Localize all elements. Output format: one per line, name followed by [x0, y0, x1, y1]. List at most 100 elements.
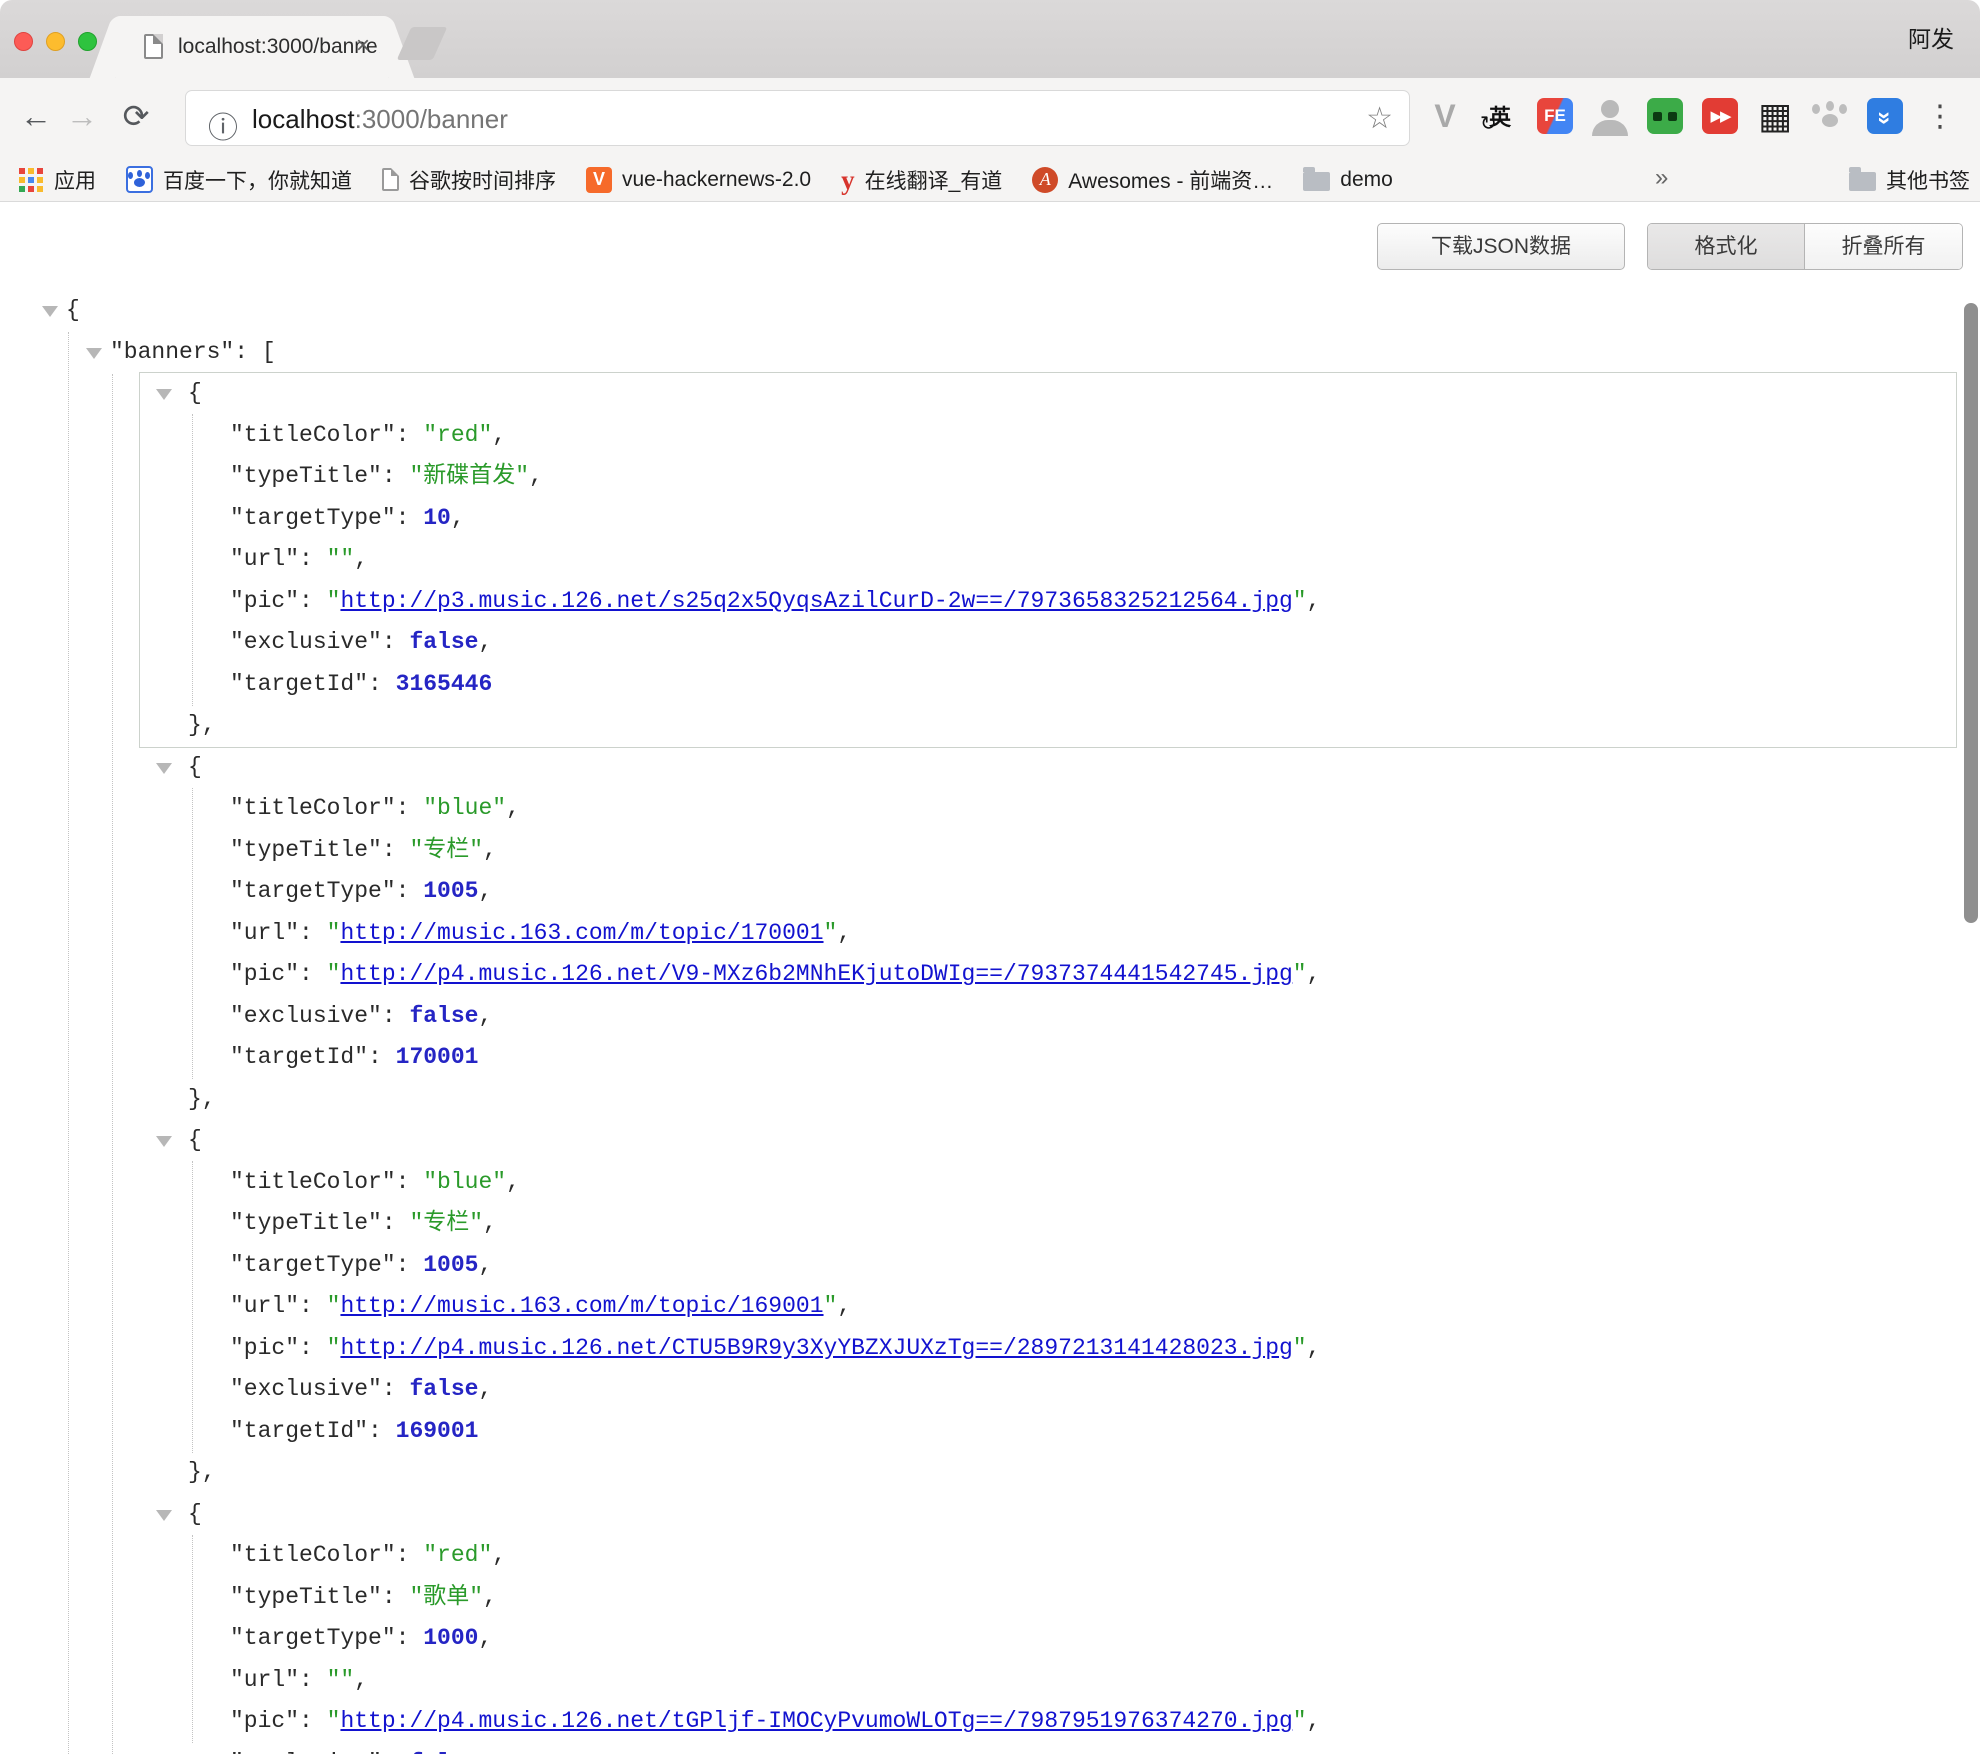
profile-name[interactable]: 阿发 — [1908, 20, 1954, 54]
baidu-paw-icon — [126, 166, 153, 193]
apps-label: 应用 — [54, 165, 96, 195]
collapse-triangle-icon[interactable] — [156, 763, 172, 774]
json-row: "exclusive": false, — [140, 1369, 1956, 1411]
url-text: localhost:3000/banner — [252, 104, 508, 135]
banner-item: {"titleColor": "blue","typeTitle": "专栏",… — [140, 747, 1956, 1121]
json-row: "exclusive": false, — [140, 1743, 1956, 1754]
browser-tab[interactable]: localhost:3000/banner × — [116, 16, 388, 78]
json-row: "pic": "http://p4.music.126.net/CTU5B9R9… — [140, 1328, 1956, 1370]
json-row: "titleColor": "blue", — [140, 1162, 1956, 1204]
json-link[interactable]: http://p3.music.126.net/s25q2x5QyqsAzilC… — [340, 588, 1292, 614]
json-row: "pic": "http://p4.music.126.net/tGPljf-I… — [140, 1701, 1956, 1743]
person-extension-icon[interactable] — [1588, 94, 1632, 138]
json-row: "pic": "http://p3.music.126.net/s25q2x5Q… — [140, 581, 1956, 623]
new-tab-button[interactable] — [397, 27, 448, 60]
json-link[interactable]: http://p4.music.126.net/tGPljf-IMOCyPvum… — [340, 1708, 1292, 1734]
bookmark-youdao[interactable]: y 在线翻译_有道 — [841, 165, 1002, 195]
bookmark-star-icon[interactable]: ☆ — [1366, 101, 1393, 136]
json-row: "url": "http://music.163.com/m/topic/169… — [140, 1286, 1956, 1328]
paw-extension-icon[interactable] — [1808, 94, 1852, 138]
collapse-triangle-icon[interactable] — [156, 389, 172, 400]
url-path: :3000/banner — [355, 104, 508, 134]
collapse-triangle-icon[interactable] — [156, 1136, 172, 1147]
json-row: "exclusive": false, — [140, 622, 1956, 664]
json-link[interactable]: http://p4.music.126.net/CTU5B9R9y3XyYBZX… — [340, 1335, 1292, 1361]
json-row: "titleColor": "blue", — [140, 788, 1956, 830]
json-row: "url": "", — [140, 1660, 1956, 1702]
json-object-open: { — [140, 747, 1956, 789]
download-json-button[interactable]: 下载JSON数据 — [1377, 223, 1625, 270]
json-tree: {"banners": [{"titleColor": "red","typeT… — [0, 290, 1956, 1754]
back-button[interactable]: ← — [12, 92, 60, 140]
json-object-open: { — [140, 1494, 1956, 1536]
json-row: "typeTitle": "歌单", — [140, 1577, 1956, 1619]
json-row: "typeTitle": "新碟首发", — [140, 456, 1956, 498]
collapse-triangle-icon[interactable] — [42, 306, 58, 317]
awesomes-icon: A — [1032, 167, 1058, 193]
scrollbar-thumb[interactable] — [1964, 303, 1978, 923]
json-row: "targetId": 3165446 — [140, 664, 1956, 706]
minimize-window-button[interactable] — [46, 32, 65, 51]
json-object-open: { — [140, 1120, 1956, 1162]
banner-item: {"titleColor": "red","typeTitle": "歌单","… — [140, 1494, 1956, 1754]
bookmarks-overflow-chevron[interactable]: » — [1655, 164, 1668, 192]
zoom-window-button[interactable] — [78, 32, 97, 51]
close-window-button[interactable] — [14, 32, 33, 51]
vue-icon: V — [586, 167, 612, 193]
json-row: "titleColor": "red", — [140, 415, 1956, 457]
json-row: "typeTitle": "专栏", — [140, 830, 1956, 872]
bookmark-demo-folder[interactable]: demo — [1303, 168, 1393, 192]
folder-icon — [1849, 172, 1876, 191]
bookmark-google-sort[interactable]: 谷歌按时间排序 — [382, 165, 556, 195]
address-bar[interactable]: ⓘ localhost:3000/banner ☆ — [185, 90, 1410, 146]
json-object-close: }, — [140, 1452, 1956, 1494]
banner-item: {"titleColor": "blue","typeTitle": "专栏",… — [140, 1120, 1956, 1494]
vue-devtools-icon[interactable]: V — [1423, 94, 1467, 138]
page-info-icon[interactable]: ⓘ — [208, 103, 238, 147]
json-link[interactable]: http://music.163.com/m/topic/170001 — [340, 920, 823, 946]
json-row: "targetType": 10, — [140, 498, 1956, 540]
folder-icon — [1303, 172, 1330, 191]
other-bookmarks[interactable]: 其他书签 — [1849, 158, 1970, 201]
forward-button[interactable]: → — [58, 92, 106, 140]
bookmark-baidu[interactable]: 百度一下，你就知道 — [126, 165, 352, 195]
reload-button[interactable]: ⟳ — [112, 92, 160, 140]
download-helper-icon[interactable]: » — [1863, 94, 1907, 138]
json-object-close: }, — [140, 1079, 1956, 1121]
qr-code-extension-icon[interactable]: ▦ — [1753, 94, 1797, 138]
apps-shortcut[interactable]: 应用 — [18, 165, 96, 195]
json-row: "targetType": 1005, — [140, 871, 1956, 913]
collapse-triangle-icon[interactable] — [156, 1510, 172, 1521]
tab-strip: localhost:3000/banner × 阿发 — [0, 0, 1980, 78]
translate-extension-icon[interactable]: 英 — [1478, 94, 1522, 138]
banner-item: {"titleColor": "red","typeTitle": "新碟首发"… — [140, 373, 1956, 747]
tab-close-icon[interactable]: × — [356, 32, 370, 60]
json-row: "targetType": 1000, — [140, 1618, 1956, 1660]
json-root-open: { — [0, 290, 1956, 332]
url-host: localhost — [252, 104, 355, 134]
youdao-icon: y — [841, 170, 855, 190]
json-object-close: }, — [140, 705, 1956, 747]
bookmark-vue-hackernews[interactable]: V vue-hackernews-2.0 — [586, 167, 811, 193]
video-extension-icon[interactable]: ▶▶ — [1698, 94, 1742, 138]
window-controls — [14, 32, 97, 51]
fe-helper-icon[interactable]: FE — [1533, 94, 1577, 138]
toolbar: ← → ⟳ ⓘ localhost:3000/banner ☆ V 英 FE ▶… — [0, 78, 1980, 158]
view-mode-toggle: 格式化 折叠所有 — [1647, 223, 1963, 270]
collapse-all-button[interactable]: 折叠所有 — [1805, 224, 1962, 269]
collapse-triangle-icon[interactable] — [86, 348, 102, 359]
chrome-menu-icon[interactable]: ⋮ — [1918, 94, 1962, 138]
json-row: "url": "http://music.163.com/m/topic/170… — [140, 913, 1956, 955]
json-object-open: { — [140, 373, 1956, 415]
apps-grid-icon — [18, 167, 44, 193]
json-row: "pic": "http://p4.music.126.net/V9-MXz6b… — [140, 954, 1956, 996]
tampermonkey-icon[interactable] — [1643, 94, 1687, 138]
bookmark-awesomes[interactable]: A Awesomes - 前端资… — [1032, 165, 1273, 195]
json-row: "url": "", — [140, 539, 1956, 581]
page-icon — [382, 168, 399, 191]
json-row: "titleColor": "red", — [140, 1535, 1956, 1577]
tab-title: localhost:3000/banner — [178, 35, 385, 59]
format-button[interactable]: 格式化 — [1648, 224, 1805, 269]
json-link[interactable]: http://p4.music.126.net/V9-MXz6b2MNhEKju… — [340, 961, 1292, 987]
json-link[interactable]: http://music.163.com/m/topic/169001 — [340, 1293, 823, 1319]
